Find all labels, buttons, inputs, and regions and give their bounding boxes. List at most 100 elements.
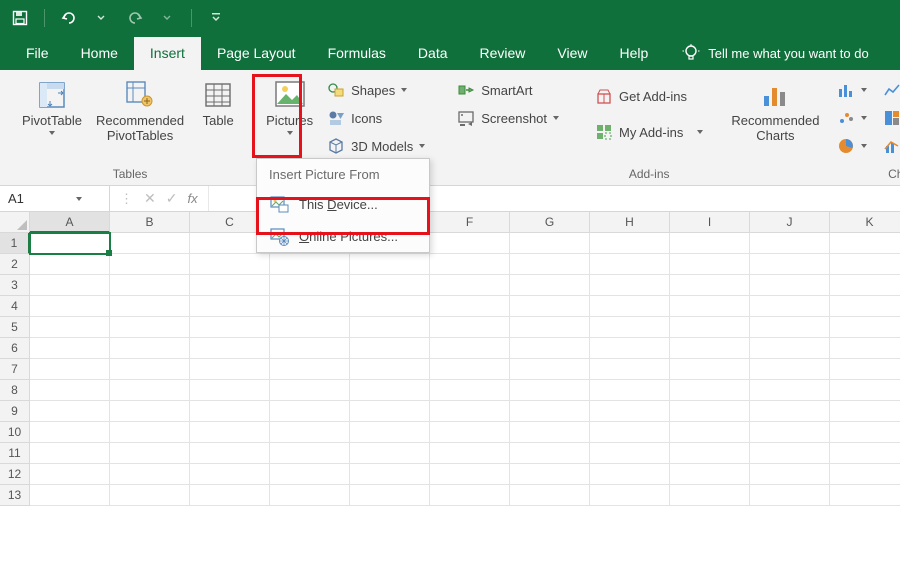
cell[interactable]: [830, 233, 900, 254]
cell[interactable]: [430, 317, 510, 338]
cell[interactable]: [670, 317, 750, 338]
cell[interactable]: [430, 464, 510, 485]
customize-qat-button[interactable]: [204, 6, 228, 30]
cell[interactable]: [270, 401, 350, 422]
cell[interactable]: [830, 317, 900, 338]
cell[interactable]: [670, 464, 750, 485]
cell[interactable]: [510, 401, 590, 422]
pie-chart-button[interactable]: [833, 134, 871, 158]
my-addins-button[interactable]: My Add-ins: [591, 120, 707, 144]
name-box[interactable]: [0, 186, 110, 211]
cell[interactable]: [670, 296, 750, 317]
insert-function-button[interactable]: fx: [187, 191, 197, 206]
cell[interactable]: [590, 317, 670, 338]
cell[interactable]: [350, 254, 430, 275]
cell[interactable]: [590, 485, 670, 506]
cell[interactable]: [110, 359, 190, 380]
cell[interactable]: [750, 275, 830, 296]
formula-bar-expand[interactable]: ⋮: [120, 191, 134, 207]
cell[interactable]: [110, 317, 190, 338]
cell[interactable]: [590, 359, 670, 380]
cell[interactable]: [30, 233, 110, 254]
cell[interactable]: [350, 275, 430, 296]
cell[interactable]: [350, 317, 430, 338]
cancel-button[interactable]: ✕: [144, 190, 156, 207]
cell[interactable]: [590, 443, 670, 464]
cell[interactable]: [30, 485, 110, 506]
row-header[interactable]: 13: [0, 485, 30, 506]
row-header[interactable]: 10: [0, 422, 30, 443]
cell[interactable]: [350, 485, 430, 506]
combo-chart-button[interactable]: [879, 134, 900, 158]
cell[interactable]: [350, 443, 430, 464]
recommended-charts-button[interactable]: Recommended Charts: [727, 76, 823, 144]
cell[interactable]: [670, 275, 750, 296]
tab-help[interactable]: Help: [604, 37, 665, 70]
cell[interactable]: [30, 443, 110, 464]
cell[interactable]: [190, 464, 270, 485]
cell[interactable]: [430, 233, 510, 254]
cell[interactable]: [350, 401, 430, 422]
cell[interactable]: [590, 338, 670, 359]
column-header[interactable]: K: [830, 212, 900, 233]
cell[interactable]: [510, 254, 590, 275]
cell[interactable]: [110, 254, 190, 275]
cell[interactable]: [830, 485, 900, 506]
tab-page-layout[interactable]: Page Layout: [201, 37, 312, 70]
cell[interactable]: [830, 380, 900, 401]
select-all-corner[interactable]: [0, 212, 30, 233]
cell[interactable]: [510, 296, 590, 317]
tab-formulas[interactable]: Formulas: [312, 37, 402, 70]
cell[interactable]: [750, 401, 830, 422]
cell[interactable]: [270, 296, 350, 317]
row-header[interactable]: 3: [0, 275, 30, 296]
row-header[interactable]: 4: [0, 296, 30, 317]
undo-button[interactable]: [57, 6, 81, 30]
cell[interactable]: [510, 233, 590, 254]
column-header[interactable]: B: [110, 212, 190, 233]
cell[interactable]: [670, 485, 750, 506]
cell[interactable]: [430, 443, 510, 464]
cell[interactable]: [110, 443, 190, 464]
cell[interactable]: [30, 380, 110, 401]
cell[interactable]: [510, 317, 590, 338]
chevron-down-icon[interactable]: [76, 197, 82, 201]
menu-item-online-pictures[interactable]: Online Pictures...: [257, 220, 429, 252]
cell[interactable]: [270, 275, 350, 296]
cell[interactable]: [830, 464, 900, 485]
cell[interactable]: [110, 338, 190, 359]
bar-chart-button[interactable]: [833, 78, 871, 102]
cell[interactable]: [510, 422, 590, 443]
cell[interactable]: [30, 422, 110, 443]
cell[interactable]: [430, 275, 510, 296]
cell[interactable]: [830, 443, 900, 464]
cell[interactable]: [830, 254, 900, 275]
tab-data[interactable]: Data: [402, 37, 464, 70]
cell[interactable]: [190, 359, 270, 380]
cell[interactable]: [830, 359, 900, 380]
cell[interactable]: [590, 233, 670, 254]
treemap-chart-button[interactable]: [879, 106, 900, 130]
column-header[interactable]: I: [670, 212, 750, 233]
cell[interactable]: [270, 317, 350, 338]
menu-item-this-device[interactable]: This Device...: [257, 188, 429, 220]
column-header[interactable]: F: [430, 212, 510, 233]
cell[interactable]: [510, 275, 590, 296]
tab-file[interactable]: File: [10, 37, 65, 70]
cell[interactable]: [590, 254, 670, 275]
cell[interactable]: [110, 380, 190, 401]
row-header[interactable]: 11: [0, 443, 30, 464]
cell[interactable]: [510, 485, 590, 506]
row-header[interactable]: 2: [0, 254, 30, 275]
redo-split-button[interactable]: [155, 6, 179, 30]
tab-review[interactable]: Review: [464, 37, 542, 70]
get-addins-button[interactable]: Get Add-ins: [591, 84, 707, 108]
redo-button[interactable]: [123, 6, 147, 30]
smartart-button[interactable]: SmartArt: [453, 78, 563, 102]
row-header[interactable]: 9: [0, 401, 30, 422]
cell[interactable]: [430, 380, 510, 401]
column-header[interactable]: G: [510, 212, 590, 233]
cell[interactable]: [270, 485, 350, 506]
cell[interactable]: [830, 401, 900, 422]
cell[interactable]: [190, 338, 270, 359]
